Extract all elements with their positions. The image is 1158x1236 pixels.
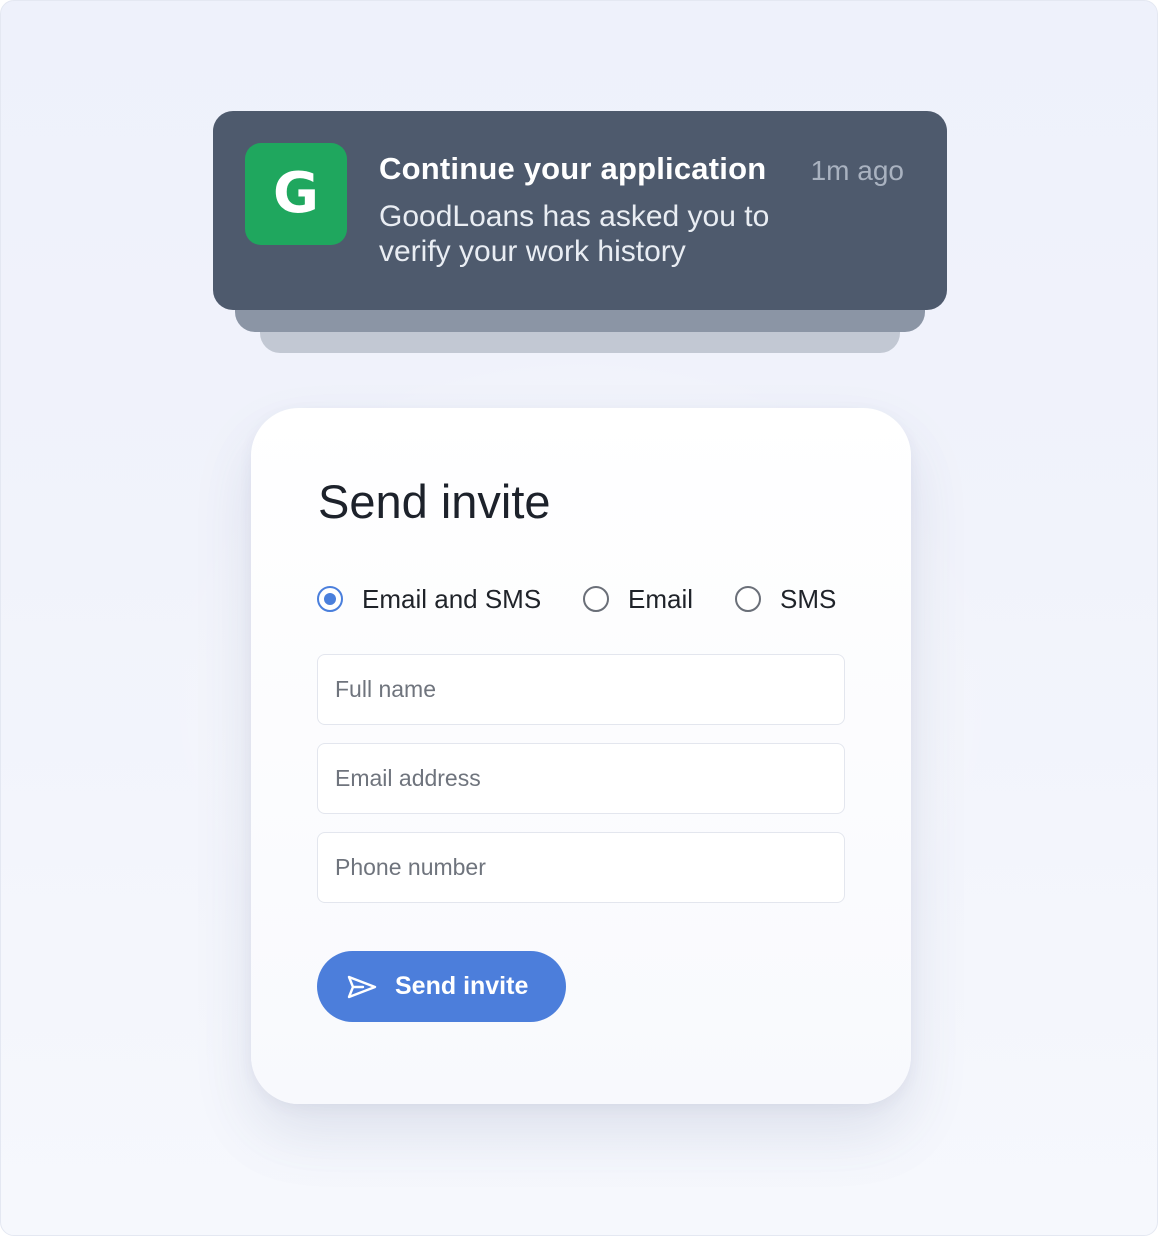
goodloans-app-icon: G	[245, 143, 347, 245]
full-name-field[interactable]	[317, 654, 845, 725]
radio-option-email-and-sms[interactable]: Email and SMS	[317, 582, 541, 616]
radio-button-email-and-sms[interactable]	[317, 586, 343, 612]
send-icon	[347, 975, 377, 998]
radio-label-email-and-sms: Email and SMS	[362, 583, 542, 614]
radio-label-email: Email	[628, 583, 694, 614]
notification-body: GoodLoans has asked you to verify your w…	[379, 200, 770, 268]
notification-title: Continue your application	[379, 151, 767, 186]
card-title: Send invite	[318, 475, 551, 528]
email-address-field[interactable]	[317, 743, 845, 814]
radio-button-sms[interactable]	[735, 586, 761, 612]
radio-option-sms[interactable]: SMS	[735, 582, 836, 616]
radio-button-email[interactable]	[583, 586, 609, 612]
send-invite-button-label: Send invite	[395, 972, 529, 1000]
phone-number-input[interactable]	[318, 833, 844, 902]
phone-number-field[interactable]	[317, 832, 845, 903]
app-canvas: G Continue your application 1m ago GoodL…	[0, 0, 1158, 1236]
send-invite-card: Send invite Email and SMS Email SMS Full…	[251, 408, 911, 1104]
full-name-input[interactable]	[318, 655, 844, 724]
radio-label-sms: SMS	[780, 583, 837, 614]
notification-card[interactable]: G Continue your application 1m ago GoodL…	[213, 111, 947, 310]
email-address-input[interactable]	[318, 744, 844, 813]
app-icon-letter: G	[273, 161, 319, 226]
send-invite-button[interactable]: Send invite	[317, 951, 566, 1022]
notification-time: 1m ago	[810, 155, 904, 186]
radio-option-email[interactable]: Email	[583, 582, 693, 616]
